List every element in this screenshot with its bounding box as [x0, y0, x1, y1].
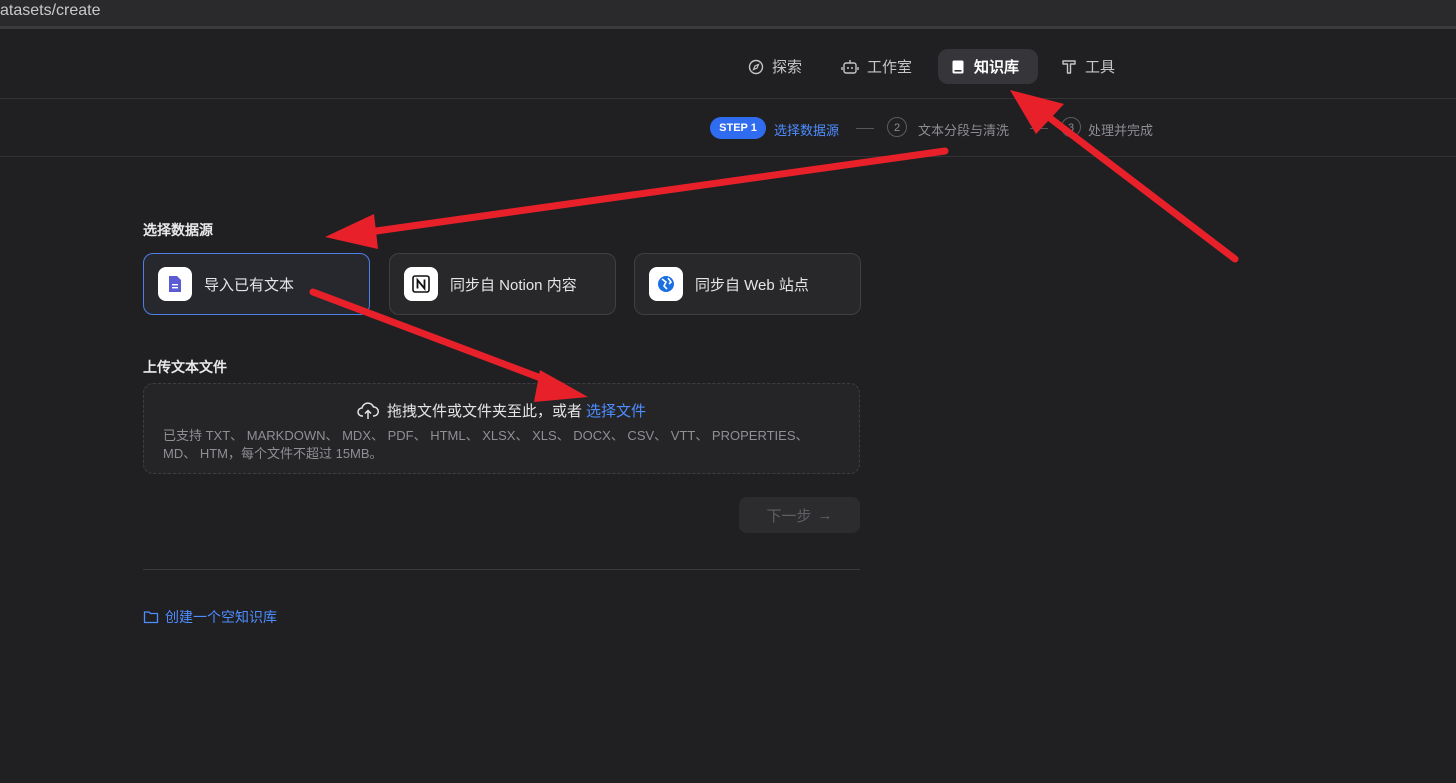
step1-label: 选择数据源 — [774, 123, 840, 138]
step3-label: 处理并完成 — [1088, 123, 1154, 138]
create-empty-label: 创建一个空知识库 — [165, 609, 277, 625]
upload-title: 上传文本文件 — [143, 359, 227, 375]
nav-item-studio[interactable]: 工作室 — [829, 49, 924, 84]
compass-icon — [748, 59, 764, 74]
arrow-right-icon: → — [817, 506, 833, 524]
next-step-button[interactable]: 下一步 → — [739, 497, 860, 533]
nav-item-explore[interactable]: 探索 — [736, 49, 814, 84]
address-url[interactable]: atasets/create — [0, 0, 101, 24]
document-icon — [158, 267, 192, 301]
step-separator — [856, 128, 874, 129]
nav-item-knowledge[interactable]: 知识库 — [938, 49, 1038, 84]
folder-icon — [143, 611, 159, 624]
source-option-notion[interactable]: 同步自 Notion 内容 — [389, 253, 616, 315]
book-icon — [952, 60, 964, 73]
address-bar[interactable]: atasets/create — [0, 0, 1456, 29]
top-navigation: 探索 工作室 知识库 工具 — [0, 34, 1456, 99]
nav-item-tools[interactable]: 工具 — [1049, 49, 1127, 84]
step1-badge: STEP 1 — [710, 117, 766, 139]
step3-number: 3 — [1061, 117, 1081, 137]
source-option-label: 同步自 Notion 内容 — [450, 276, 577, 294]
web-icon — [649, 267, 683, 301]
source-option-import-text[interactable]: 导入已有文本 — [143, 253, 370, 315]
divider — [143, 569, 860, 570]
annotation-arrow — [358, 147, 949, 237]
choose-file-link[interactable]: 选择文件 — [586, 400, 646, 421]
step2-label: 文本分段与清洗 — [918, 123, 1010, 138]
create-empty-knowledge-link[interactable]: 创建一个空知识库 — [143, 607, 277, 627]
nav-item-label: 工具 — [1085, 59, 1116, 76]
tool-icon — [1062, 59, 1076, 74]
file-dropzone[interactable]: 拖拽文件或文件夹至此，或者 选择文件 已支持 TXT、 MARKDOWN、 MD… — [143, 383, 860, 474]
step-separator — [1030, 128, 1048, 129]
dropzone-main: 拖拽文件或文件夹至此，或者 选择文件 — [144, 400, 859, 421]
annotation-arrowhead — [325, 214, 378, 249]
datasource-title: 选择数据源 — [143, 222, 213, 238]
robot-icon — [841, 59, 859, 74]
source-option-web[interactable]: 同步自 Web 站点 — [634, 253, 861, 315]
next-step-label: 下一步 — [766, 507, 812, 525]
source-option-label: 导入已有文本 — [204, 276, 295, 294]
step2-number: 2 — [887, 117, 907, 137]
nav-item-label: 知识库 — [974, 59, 1020, 76]
cloud-upload-icon — [357, 401, 379, 419]
nav-item-label: 探索 — [772, 59, 803, 76]
dropzone-text: 拖拽文件或文件夹至此，或者 — [386, 403, 582, 420]
nav-item-label: 工作室 — [867, 59, 913, 76]
source-option-label: 同步自 Web 站点 — [695, 276, 809, 294]
step-indicator: STEP 1 选择数据源 2 文本分段与清洗 3 处理并完成 — [0, 99, 1456, 157]
notion-icon — [404, 267, 438, 301]
supported-formats-hint: 已支持 TXT、 MARKDOWN、 MDX、 PDF、 HTML、 XLSX、… — [163, 428, 809, 461]
